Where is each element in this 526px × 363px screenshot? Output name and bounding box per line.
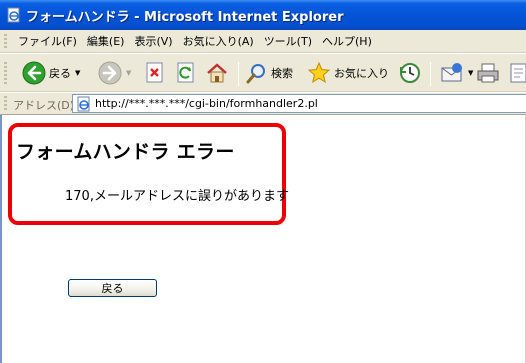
window-title: フォームハンドラ - Microsoft Internet Explorer — [26, 10, 344, 25]
favorites-star-icon — [307, 61, 331, 84]
address-label: アドレス(D) — [13, 99, 75, 112]
print-button[interactable] — [476, 59, 500, 87]
back-dropdown-icon[interactable]: ▼ — [75, 69, 80, 77]
search-button[interactable]: 検索 — [246, 59, 293, 87]
back-button-toolbar[interactable]: 戻る ▼ — [22, 59, 80, 87]
stop-button[interactable] — [145, 59, 165, 87]
menu-grip[interactable] — [4, 34, 7, 49]
forward-arrow-icon — [98, 61, 122, 85]
home-button[interactable] — [206, 59, 228, 87]
forward-dropdown-icon[interactable]: ▼ — [126, 69, 131, 77]
ie-page-icon — [7, 7, 20, 23]
address-bar: アドレス(D) http://***.***.***/cgi-bin/formh… — [0, 93, 526, 115]
mail-button[interactable]: ▼ — [440, 59, 473, 87]
search-icon — [246, 64, 265, 84]
toolbar-separator-2 — [430, 62, 431, 86]
toolbar-grip[interactable] — [4, 62, 7, 86]
refresh-button[interactable] — [176, 59, 196, 87]
edit-icon — [510, 63, 526, 83]
menu-tools[interactable]: ツール(T) — [259, 34, 317, 49]
menu-bar: ファイル(F) 編集(E) 表示(V) お気に入り(A) ツール(T) ヘルプ(… — [0, 30, 526, 53]
favorites-button[interactable]: お気に入り — [307, 59, 389, 87]
search-label: 検索 — [271, 67, 293, 80]
error-title: フォームハンドラ エラー — [16, 141, 235, 163]
history-button[interactable] — [398, 59, 422, 87]
home-icon — [207, 63, 227, 83]
title-bar[interactable]: フォームハンドラ - Microsoft Internet Explorer — [0, 0, 526, 30]
back-arrow-icon — [22, 61, 46, 85]
back-label: 戻る — [49, 67, 71, 80]
stop-icon — [146, 62, 163, 83]
standard-toolbar: 戻る ▼ ▼ 検索 お気に入り ▼ — [0, 54, 526, 92]
menu-items: ファイル(F) 編集(E) 表示(V) お気に入り(A) ツール(T) ヘルプ(… — [13, 34, 377, 49]
menu-favorites[interactable]: お気に入り(A) — [178, 34, 259, 49]
page-content: フォームハンドラ エラー 170,メールアドレスに誤りがあります 戻る — [0, 115, 526, 363]
address-field[interactable]: http://***.***.***/cgi-bin/formhandler2.… — [72, 94, 526, 113]
print-icon — [477, 63, 499, 83]
forward-button-toolbar[interactable]: ▼ — [98, 59, 131, 87]
refresh-icon — [177, 62, 194, 83]
history-icon — [400, 63, 420, 83]
mail-icon — [441, 63, 462, 82]
menu-edit[interactable]: 編集(E) — [82, 34, 130, 49]
edit-button[interactable] — [508, 59, 526, 87]
menu-help[interactable]: ヘルプ(H) — [317, 34, 377, 49]
ie-page-icon — [77, 96, 90, 112]
address-grip[interactable] — [4, 96, 7, 111]
error-message: 170,メールアドレスに誤りがあります — [65, 189, 289, 204]
menu-view[interactable]: 表示(V) — [129, 34, 177, 49]
mail-dropdown-icon[interactable]: ▼ — [468, 69, 473, 77]
browser-window: フォームハンドラ - Microsoft Internet Explorer フ… — [0, 0, 526, 363]
back-button[interactable]: 戻る — [68, 279, 157, 297]
menu-file[interactable]: ファイル(F) — [13, 34, 82, 49]
toolbar-separator — [238, 62, 239, 86]
favorites-label: お気に入り — [334, 67, 389, 80]
address-value[interactable]: http://***.***.***/cgi-bin/formhandler2.… — [95, 97, 318, 110]
